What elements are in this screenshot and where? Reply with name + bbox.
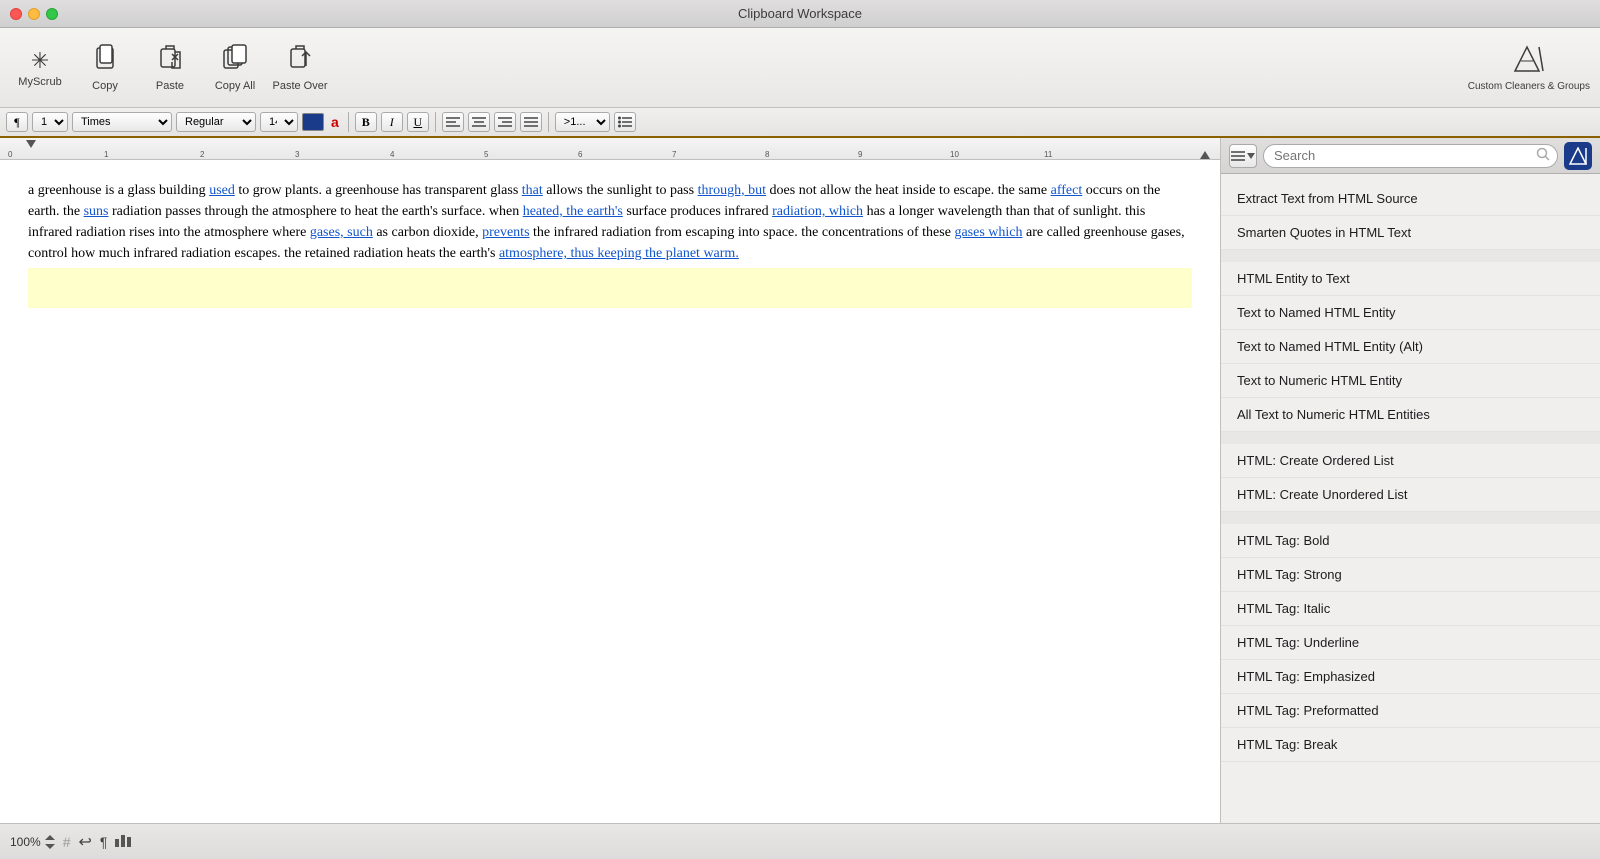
underline-button[interactable]: U bbox=[407, 112, 429, 132]
search-wrapper bbox=[1263, 144, 1558, 168]
search-icon[interactable] bbox=[1536, 147, 1550, 164]
zoom-control[interactable]: 100% bbox=[10, 835, 55, 849]
format-number-select[interactable]: 1 bbox=[32, 112, 68, 132]
paste-over-icon bbox=[286, 44, 314, 78]
panel-item-html-tag-strong[interactable]: HTML Tag: Strong bbox=[1221, 558, 1600, 592]
window-title: Clipboard Workspace bbox=[738, 6, 862, 21]
ruler-left-indent[interactable] bbox=[26, 140, 36, 148]
right-panel: Extract Text from HTML Source Smarten Qu… bbox=[1220, 138, 1600, 823]
panel-item-html-tag-italic[interactable]: HTML Tag: Italic bbox=[1221, 592, 1600, 626]
chart-button[interactable] bbox=[115, 833, 131, 850]
copy-label: Copy bbox=[92, 80, 118, 92]
panel-item-html-entity-to-text[interactable]: HTML Entity to Text bbox=[1221, 262, 1600, 296]
myscrub-button[interactable]: ✳ MyScrub bbox=[10, 35, 70, 100]
link-radiation-which[interactable]: radiation, which bbox=[772, 204, 863, 219]
panel-group-gap-2 bbox=[1221, 432, 1600, 444]
status-hash[interactable]: # bbox=[63, 834, 71, 850]
divider-3 bbox=[548, 112, 549, 132]
align-left-button[interactable] bbox=[442, 112, 464, 132]
panel-list: Extract Text from HTML Source Smarten Qu… bbox=[1221, 174, 1600, 823]
editor-area[interactable]: 0 1 2 3 4 5 6 7 8 9 10 11 a greenhouse i… bbox=[0, 138, 1220, 823]
link-prevents[interactable]: prevents bbox=[482, 225, 529, 240]
link-suns[interactable]: suns bbox=[84, 204, 109, 219]
custom-cleaners-button[interactable]: Custom Cleaners & Groups bbox=[1468, 43, 1590, 92]
search-input[interactable] bbox=[1263, 144, 1558, 168]
paste-over-label: Paste Over bbox=[272, 80, 327, 92]
panel-item-html-tag-bold[interactable]: HTML Tag: Bold bbox=[1221, 524, 1600, 558]
link-atmosphere-warm[interactable]: atmosphere, thus keeping the planet warm… bbox=[499, 246, 739, 261]
link-that[interactable]: that bbox=[522, 183, 543, 198]
bold-button[interactable]: B bbox=[355, 112, 377, 132]
custom-cleaners-label: Custom Cleaners & Groups bbox=[1468, 81, 1590, 92]
pilcrow-button[interactable]: ¶ bbox=[100, 834, 108, 850]
paste-button[interactable]: Paste bbox=[140, 35, 200, 100]
color-swatch[interactable] bbox=[302, 113, 324, 131]
link-heated-earths[interactable]: heated, the earth's bbox=[523, 204, 623, 219]
toolbar: ✳ MyScrub Copy Paste bbox=[0, 28, 1600, 108]
copy-all-label: Copy All bbox=[215, 80, 255, 92]
panel-item-html-ordered-list[interactable]: HTML: Create Ordered List bbox=[1221, 444, 1600, 478]
link-gases-which[interactable]: gases which bbox=[954, 225, 1022, 240]
copy-all-icon bbox=[221, 44, 249, 78]
font-family-select[interactable]: Times bbox=[72, 112, 172, 132]
paragraph-2 bbox=[28, 268, 1192, 308]
divider-1 bbox=[348, 112, 349, 132]
panel-group-gap-1 bbox=[1221, 250, 1600, 262]
title-bar: Clipboard Workspace bbox=[0, 0, 1600, 28]
font-size-select[interactable]: 14 bbox=[260, 112, 298, 132]
panel-group-gap-3 bbox=[1221, 512, 1600, 524]
paste-icon bbox=[156, 44, 184, 78]
zoom-value: 100% bbox=[10, 835, 41, 849]
list-options-select[interactable]: >1... bbox=[555, 112, 610, 132]
divider-2 bbox=[435, 112, 436, 132]
panel-app-icon bbox=[1564, 142, 1592, 170]
panel-item-smarten-quotes[interactable]: Smarten Quotes in HTML Text bbox=[1221, 216, 1600, 250]
panel-item-extract-html[interactable]: Extract Text from HTML Source bbox=[1221, 182, 1600, 216]
panel-item-html-tag-emphasized[interactable]: HTML Tag: Emphasized bbox=[1221, 660, 1600, 694]
myscrub-icon: ✳ bbox=[31, 48, 49, 74]
paste-label: Paste bbox=[156, 80, 184, 92]
panel-item-text-to-numeric-html[interactable]: Text to Numeric HTML Entity bbox=[1221, 364, 1600, 398]
close-button[interactable] bbox=[10, 8, 22, 20]
align-center-button[interactable] bbox=[468, 112, 490, 132]
link-affect[interactable]: affect bbox=[1051, 183, 1083, 198]
ruler: 0 1 2 3 4 5 6 7 8 9 10 11 bbox=[0, 138, 1220, 160]
traffic-lights bbox=[10, 8, 58, 20]
align-right-button[interactable] bbox=[494, 112, 516, 132]
maximize-button[interactable] bbox=[46, 8, 58, 20]
panel-item-all-text-numeric[interactable]: All Text to Numeric HTML Entities bbox=[1221, 398, 1600, 432]
myscrub-label: MyScrub bbox=[18, 76, 61, 88]
status-bar: 100% # ↩ ¶ bbox=[0, 823, 1600, 859]
ruler-right-indent[interactable] bbox=[1200, 151, 1210, 159]
align-justify-button[interactable] bbox=[520, 112, 542, 132]
panel-item-text-to-named-html-alt[interactable]: Text to Named HTML Entity (Alt) bbox=[1221, 330, 1600, 364]
paste-over-button[interactable]: Paste Over bbox=[270, 35, 330, 100]
panel-menu-button[interactable] bbox=[1229, 144, 1257, 168]
custom-cleaners-icon bbox=[1513, 43, 1545, 81]
undo-button[interactable]: ↩ bbox=[79, 832, 92, 852]
paragraph-1: a greenhouse is a glass building used to… bbox=[28, 180, 1192, 264]
font-color-a[interactable]: a bbox=[328, 114, 342, 130]
panel-item-html-tag-underline[interactable]: HTML Tag: Underline bbox=[1221, 626, 1600, 660]
font-style-select[interactable]: Regular bbox=[176, 112, 256, 132]
panel-item-text-to-named-html[interactable]: Text to Named HTML Entity bbox=[1221, 296, 1600, 330]
panel-item-html-tag-break[interactable]: HTML Tag: Break bbox=[1221, 728, 1600, 762]
main-area: 0 1 2 3 4 5 6 7 8 9 10 11 a greenhouse i… bbox=[0, 138, 1600, 823]
link-used[interactable]: used bbox=[209, 183, 235, 198]
paragraph-marker-btn[interactable]: ¶ bbox=[6, 112, 28, 132]
copy-all-button[interactable]: Copy All bbox=[205, 35, 265, 100]
document-content[interactable]: a greenhouse is a glass building used to… bbox=[0, 160, 1220, 328]
copy-icon bbox=[91, 44, 119, 78]
link-gases-such[interactable]: gases, such bbox=[310, 225, 373, 240]
panel-item-html-tag-preformatted[interactable]: HTML Tag: Preformatted bbox=[1221, 694, 1600, 728]
panel-item-html-unordered-list[interactable]: HTML: Create Unordered List bbox=[1221, 478, 1600, 512]
copy-button[interactable]: Copy bbox=[75, 35, 135, 100]
panel-header bbox=[1221, 138, 1600, 174]
link-through-but[interactable]: through, but bbox=[698, 183, 766, 198]
format-bar: ¶ 1 Times Regular 14 a B I U >1... bbox=[0, 108, 1600, 138]
italic-button[interactable]: I bbox=[381, 112, 403, 132]
list-icon-button[interactable] bbox=[614, 112, 636, 132]
minimize-button[interactable] bbox=[28, 8, 40, 20]
